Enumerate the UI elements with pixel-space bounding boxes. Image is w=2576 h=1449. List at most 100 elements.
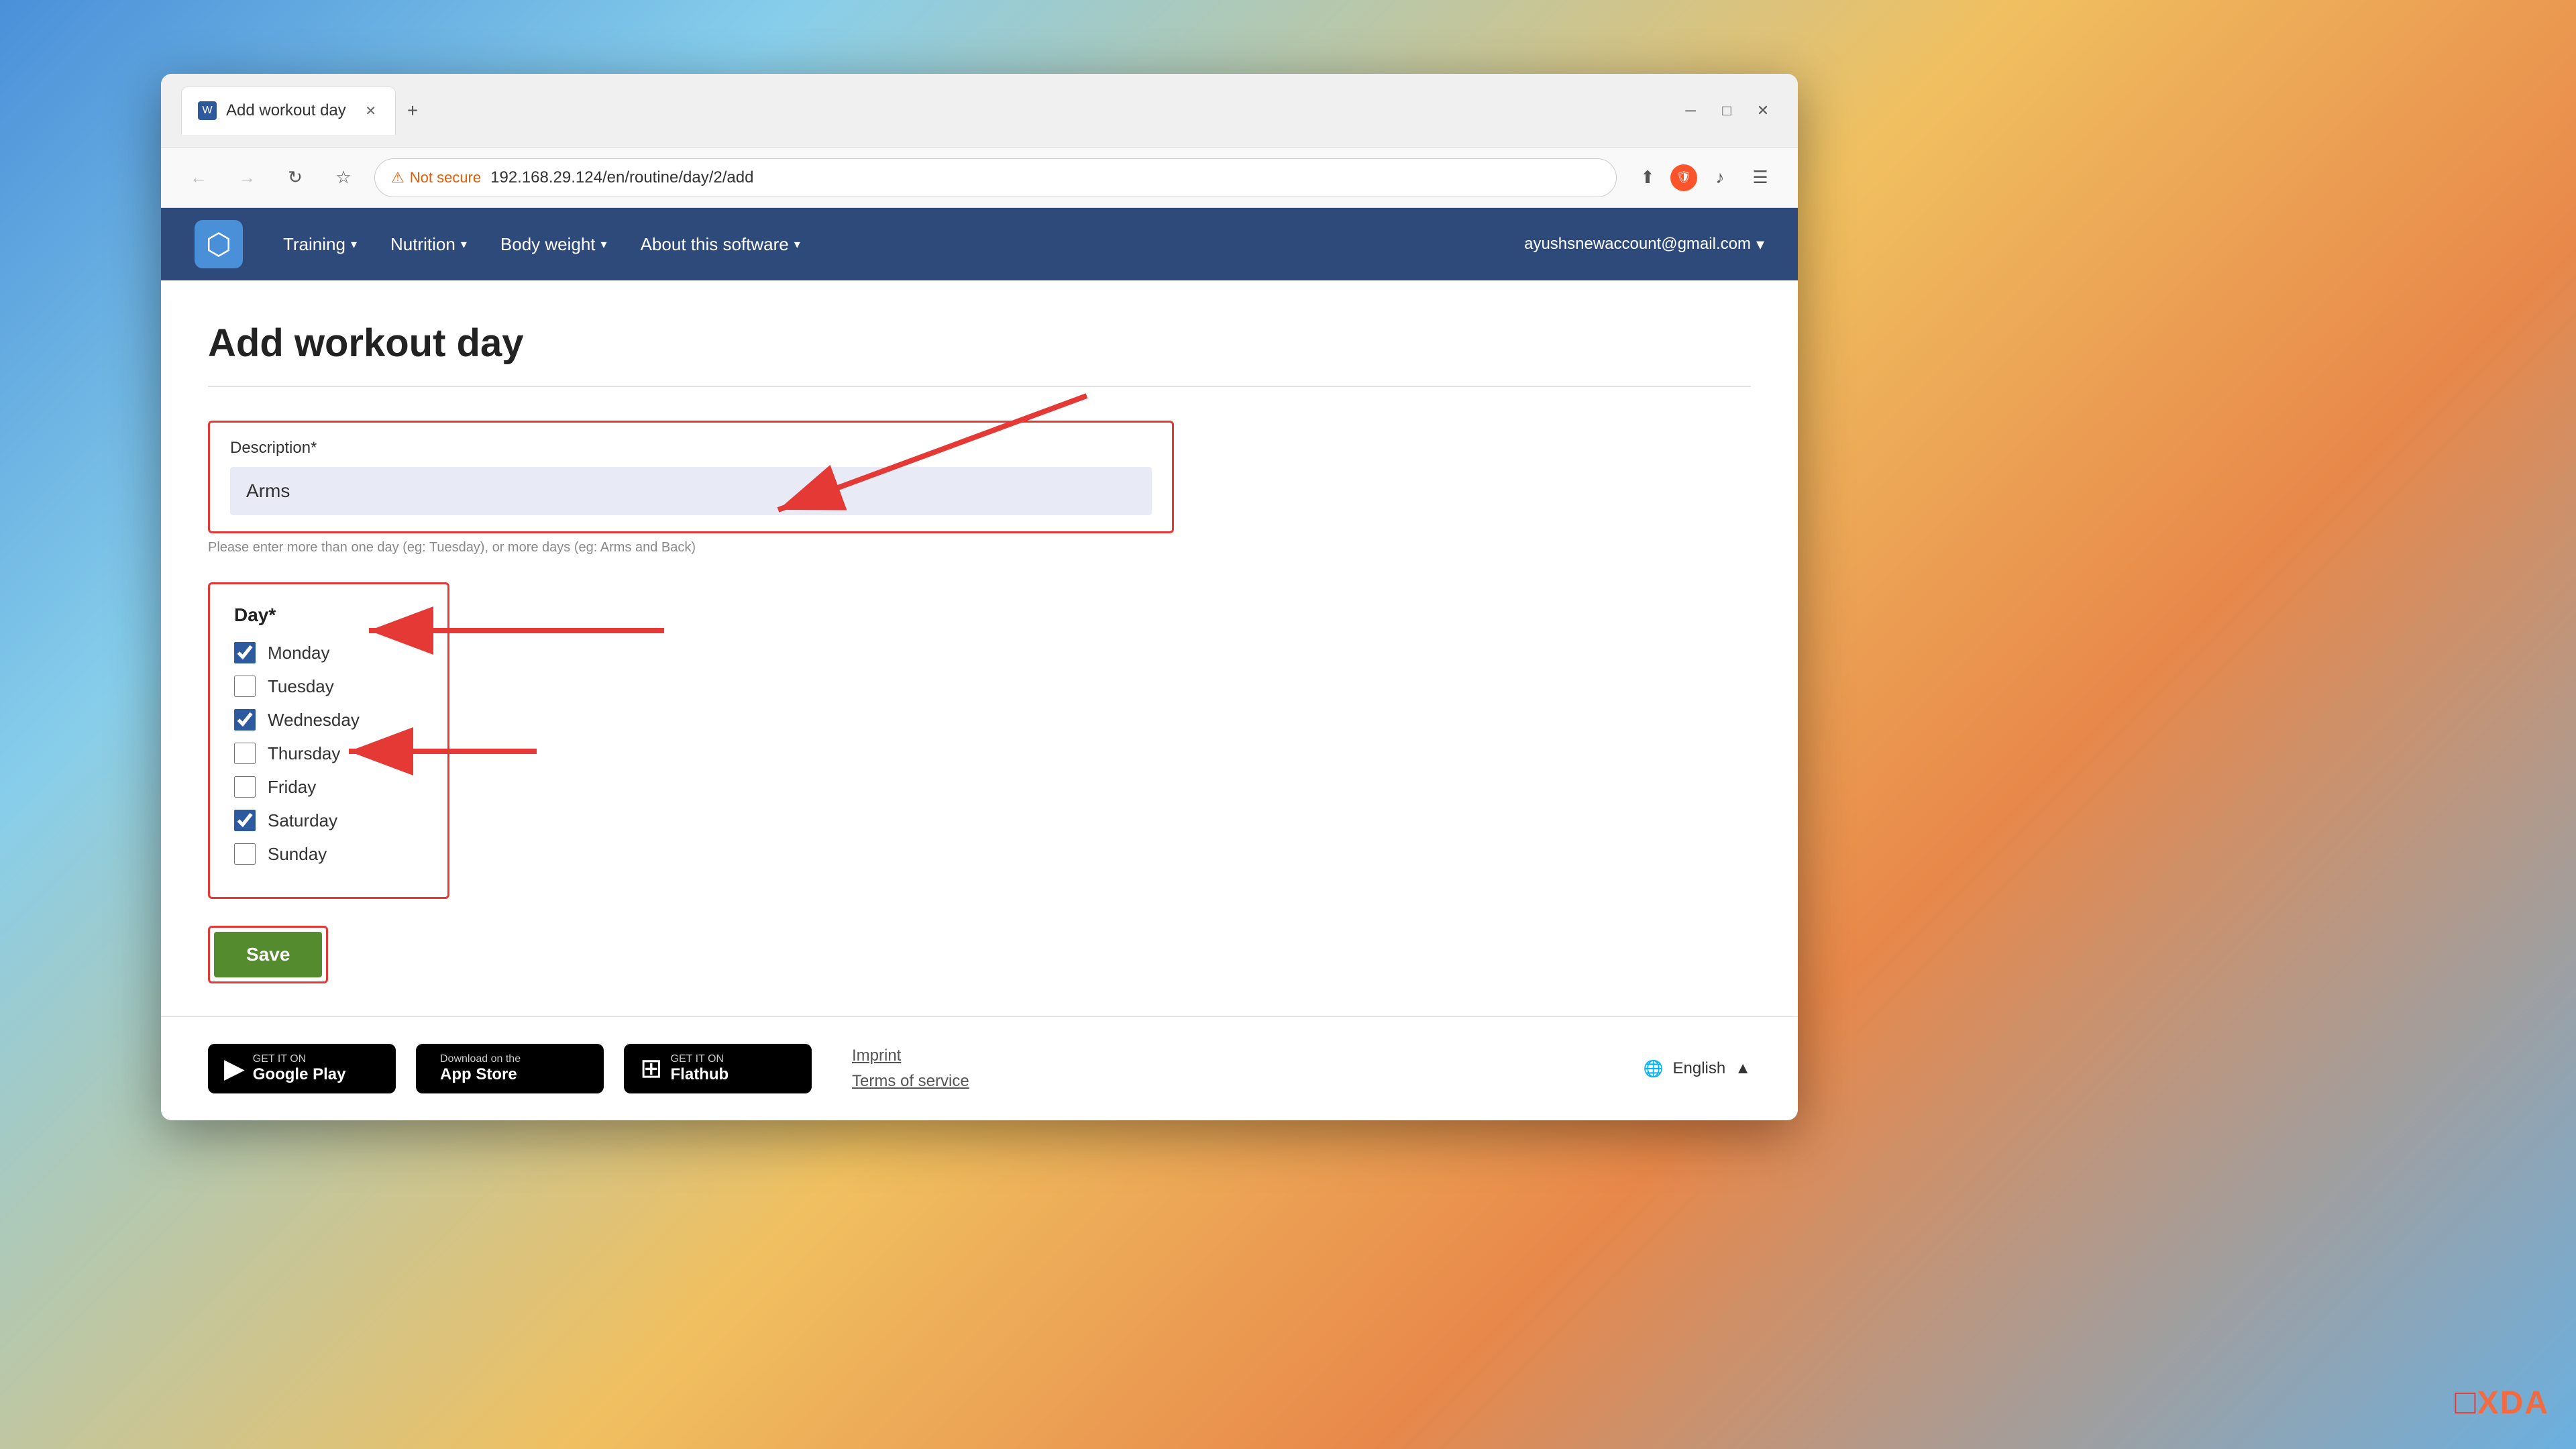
- app-navbar: ⬡ Training ▾ Nutrition ▾ Body weight ▾ A…: [161, 208, 1798, 280]
- logo-icon: ⬡: [206, 227, 231, 262]
- saturday-label: Saturday: [268, 810, 337, 831]
- monday-item: Monday: [234, 642, 423, 663]
- wednesday-item: Wednesday: [234, 709, 423, 731]
- browser-window: W Add workout day ✕ + ─ □ ✕ ← → ↻ ☆ ⚠ No…: [161, 74, 1798, 1120]
- google-play-main: Google Play: [253, 1065, 346, 1084]
- saturday-checkbox[interactable]: [234, 810, 256, 831]
- about-menu[interactable]: About this software ▾: [627, 226, 814, 263]
- xda-watermark: □XDA: [2455, 1382, 2549, 1422]
- flathub-sub: GET IT ON: [671, 1053, 729, 1065]
- body-weight-label: Body weight: [500, 234, 596, 255]
- thursday-item: Thursday: [234, 743, 423, 764]
- security-indicator: ⚠ Not secure: [391, 169, 481, 186]
- nutrition-menu[interactable]: Nutrition ▾: [377, 226, 480, 263]
- tab-favicon: W: [198, 101, 217, 120]
- description-input[interactable]: [230, 467, 1152, 515]
- day-label: Day*: [234, 604, 423, 626]
- user-menu[interactable]: ayushsnewaccount@gmail.com ▾: [1524, 235, 1764, 254]
- nutrition-dropdown-icon: ▾: [461, 237, 467, 252]
- body-weight-dropdown-icon: ▾: [601, 237, 607, 252]
- description-hint: Please enter more than one day (eg: Tues…: [208, 540, 1174, 555]
- title-bar: W Add workout day ✕ + ─ □ ✕: [161, 74, 1798, 148]
- flathub-icon: ⊞: [640, 1053, 663, 1084]
- training-menu[interactable]: Training ▾: [270, 226, 370, 263]
- sunday-item: Sunday: [234, 843, 423, 865]
- app-store-badge[interactable]: Download on the App Store: [416, 1044, 604, 1093]
- wednesday-label: Wednesday: [268, 710, 360, 731]
- title-divider: [208, 386, 1751, 387]
- about-label: About this software: [641, 234, 789, 255]
- flathub-badge[interactable]: ⊞ GET IT ON Flathub: [624, 1044, 812, 1093]
- friday-checkbox[interactable]: [234, 776, 256, 798]
- friday-label: Friday: [268, 777, 316, 798]
- url-bar[interactable]: ⚠ Not secure 192.168.29.124/en/routine/d…: [374, 158, 1617, 197]
- training-dropdown-icon: ▾: [351, 237, 357, 252]
- security-text: Not secure: [410, 169, 481, 186]
- brave-shield-button[interactable]: 🛡: [1670, 164, 1697, 191]
- save-button-container: Save: [208, 926, 328, 983]
- tab-favicon-icon: W: [202, 105, 212, 117]
- thursday-checkbox[interactable]: [234, 743, 256, 764]
- google-play-text: GET IT ON Google Play: [253, 1053, 346, 1084]
- forward-button[interactable]: →: [229, 160, 264, 195]
- language-selector[interactable]: 🌐 English ▲: [1644, 1059, 1751, 1079]
- page-title: Add workout day: [208, 321, 1751, 366]
- thursday-label: Thursday: [268, 743, 340, 764]
- tab-close-button[interactable]: ✕: [362, 100, 379, 122]
- imprint-link[interactable]: Imprint: [852, 1046, 969, 1065]
- google-play-icon: ▶: [224, 1053, 245, 1084]
- language-label: English: [1673, 1059, 1726, 1078]
- saturday-item: Saturday: [234, 810, 423, 831]
- footer-links: Imprint Terms of service: [852, 1046, 969, 1091]
- flathub-text: GET IT ON Flathub: [671, 1053, 729, 1084]
- shield-icon: 🛡: [1676, 170, 1692, 184]
- nutrition-label: Nutrition: [390, 234, 455, 255]
- minimize-button[interactable]: ─: [1676, 96, 1705, 125]
- description-label: Description*: [230, 439, 1152, 458]
- active-tab[interactable]: W Add workout day ✕: [181, 87, 396, 135]
- bookmark-button[interactable]: ☆: [326, 160, 361, 195]
- google-play-badge[interactable]: ▶ GET IT ON Google Play: [208, 1044, 396, 1093]
- language-arrow: ▲: [1735, 1059, 1751, 1078]
- window-controls: ─ □ ✕: [1676, 96, 1778, 125]
- maximize-button[interactable]: □: [1712, 96, 1741, 125]
- app-store-sub: Download on the: [440, 1053, 521, 1065]
- monday-checkbox[interactable]: [234, 642, 256, 663]
- user-email: ayushsnewaccount@gmail.com: [1524, 235, 1751, 254]
- about-dropdown-icon: ▾: [794, 237, 800, 252]
- description-field-container: Description*: [208, 421, 1174, 533]
- app-logo[interactable]: ⬡: [195, 220, 243, 268]
- save-button[interactable]: Save: [214, 932, 322, 977]
- music-button[interactable]: ♪: [1703, 160, 1737, 195]
- nav-menu: Training ▾ Nutrition ▾ Body weight ▾ Abo…: [270, 226, 814, 263]
- wednesday-checkbox[interactable]: [234, 709, 256, 731]
- day-section: Day* Monday Tuesday Wednesday Thursday: [208, 582, 449, 899]
- monday-label: Monday: [268, 643, 330, 663]
- browser-actions: ⬆ 🛡 ♪ ☰: [1630, 160, 1778, 195]
- sunday-label: Sunday: [268, 844, 327, 865]
- url-text: 192.168.29.124/en/routine/day/2/add: [490, 168, 753, 187]
- tuesday-item: Tuesday: [234, 676, 423, 697]
- tab-bar: W Add workout day ✕ +: [181, 87, 915, 135]
- user-dropdown-icon: ▾: [1756, 235, 1764, 254]
- share-button[interactable]: ⬆: [1630, 160, 1665, 195]
- globe-icon: 🌐: [1644, 1059, 1664, 1079]
- tab-title: Add workout day: [226, 101, 346, 120]
- terms-link[interactable]: Terms of service: [852, 1072, 969, 1091]
- training-label: Training: [283, 234, 345, 255]
- menu-button[interactable]: ☰: [1743, 160, 1778, 195]
- app-store-text: Download on the App Store: [440, 1053, 521, 1084]
- warning-icon: ⚠: [391, 169, 405, 186]
- new-tab-button[interactable]: +: [396, 94, 429, 127]
- tuesday-label: Tuesday: [268, 676, 334, 697]
- flathub-main: Flathub: [671, 1065, 729, 1084]
- close-button[interactable]: ✕: [1748, 96, 1778, 125]
- sunday-checkbox[interactable]: [234, 843, 256, 865]
- page-content: Add workout day Description* Please ente…: [161, 280, 1798, 1016]
- refresh-button[interactable]: ↻: [278, 160, 313, 195]
- address-bar: ← → ↻ ☆ ⚠ Not secure 192.168.29.124/en/r…: [161, 148, 1798, 208]
- back-button[interactable]: ←: [181, 160, 216, 195]
- tuesday-checkbox[interactable]: [234, 676, 256, 697]
- body-weight-menu[interactable]: Body weight ▾: [487, 226, 621, 263]
- friday-item: Friday: [234, 776, 423, 798]
